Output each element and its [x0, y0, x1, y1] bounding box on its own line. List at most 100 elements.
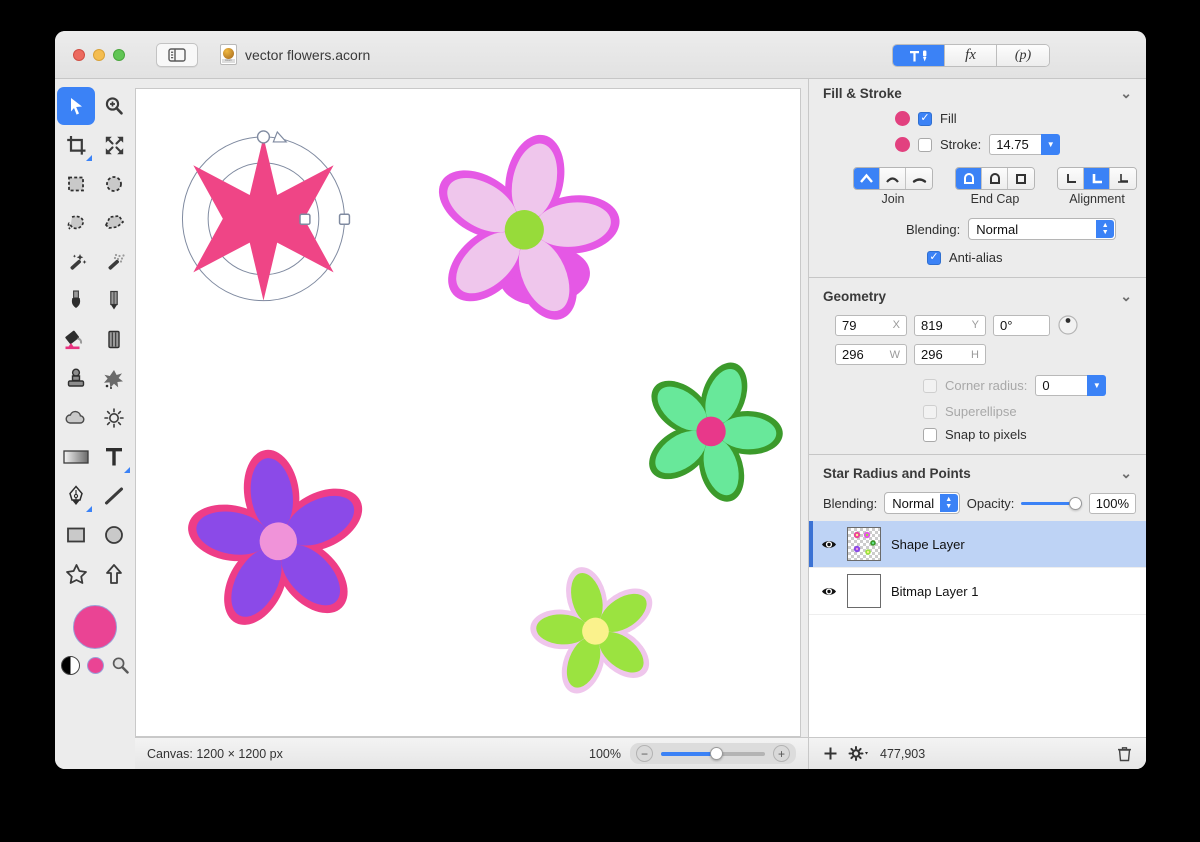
transform-tool[interactable]	[95, 126, 133, 164]
arrow-shape-tool[interactable]	[95, 555, 133, 593]
bevel-join-icon[interactable]	[906, 168, 932, 189]
magnifier-icon[interactable]	[111, 656, 130, 675]
sidebar-toggle-button[interactable]	[156, 42, 198, 67]
background-color-swatch[interactable]	[86, 657, 104, 674]
geometry-h-field[interactable]: 296 H	[914, 344, 986, 365]
outer-radius-handle[interactable]	[338, 213, 351, 226]
geometry-y-field[interactable]: 819 Y	[914, 314, 986, 336]
align-inside-icon[interactable]	[1058, 168, 1084, 189]
minimize-button[interactable]	[93, 48, 105, 61]
magic-wand-tool[interactable]	[57, 243, 95, 281]
eraser-tool[interactable]	[95, 321, 133, 359]
geometry-header[interactable]: Geometry ⌄	[809, 282, 1146, 312]
round-join-icon[interactable]	[880, 168, 906, 189]
ellipse-select-tool[interactable]	[95, 165, 133, 203]
align-center-icon[interactable]	[1084, 168, 1110, 189]
fill-color-swatch[interactable]	[895, 111, 910, 126]
ellipse-shape-tool[interactable]	[95, 516, 133, 554]
rectangle-select-tool[interactable]	[57, 165, 95, 203]
lasso-tool[interactable]	[57, 204, 95, 242]
chevron-down-icon[interactable]: ⌄	[1120, 465, 1132, 482]
brush-tool[interactable]	[57, 282, 95, 320]
tab-presets[interactable]: (p)	[997, 45, 1049, 66]
star-radius-header[interactable]: Star Radius and Points ⌄	[809, 459, 1146, 489]
tab-effects[interactable]: fx	[945, 45, 997, 66]
pink-six-point-star[interactable]	[181, 130, 351, 302]
bezier-pen-tool[interactable]	[57, 477, 95, 515]
round-cap-icon[interactable]	[956, 168, 982, 189]
green-flower[interactable]	[617, 337, 800, 524]
tab-tools[interactable]	[893, 45, 945, 66]
black-white-contrast-icon[interactable]	[60, 656, 80, 675]
endcap-segmented[interactable]	[955, 167, 1035, 190]
fill-blending-select[interactable]: Normal ▲ ▼	[968, 218, 1117, 240]
line-tool[interactable]	[95, 477, 133, 515]
fill-checkbox[interactable]	[918, 111, 932, 126]
polygon-lasso-tool[interactable]	[95, 204, 133, 242]
zoom-slider[interactable]	[661, 747, 765, 761]
layer-row-bitmap[interactable]: Bitmap Layer 1	[809, 568, 1146, 615]
pen-submenu-indicator[interactable]	[86, 506, 92, 512]
clone-stamp-tool[interactable]	[57, 360, 95, 398]
fill-stroke-header[interactable]: Fill & Stroke ⌄	[809, 79, 1146, 109]
geometry-w-field[interactable]: 296 W	[835, 344, 907, 365]
zoom-tool[interactable]	[95, 87, 133, 125]
close-button[interactable]	[73, 48, 85, 61]
magenta-flower[interactable]	[407, 114, 642, 344]
purple-flower[interactable]	[171, 437, 385, 645]
chevron-down-icon[interactable]: ⌄	[1120, 85, 1132, 102]
dodge-tool[interactable]	[95, 399, 133, 437]
layer-blending-select[interactable]: Normal ▲ ▼	[884, 492, 960, 514]
zoom-in-button[interactable]: +	[773, 745, 790, 762]
crop-submenu-indicator[interactable]	[86, 155, 92, 161]
blur-tool[interactable]	[57, 399, 95, 437]
superellipse-checkbox[interactable]	[923, 404, 937, 419]
lime-flower[interactable]	[513, 550, 678, 712]
align-outside-icon[interactable]	[1110, 168, 1136, 189]
eye-icon[interactable]	[821, 586, 837, 597]
stroke-checkbox[interactable]	[918, 137, 932, 152]
geometry-rotation-field[interactable]: 0°	[993, 314, 1050, 336]
gear-dropdown-icon[interactable]	[848, 746, 870, 761]
star-shape-tool[interactable]	[57, 555, 95, 593]
opacity-slider[interactable]	[1021, 496, 1082, 510]
join-segmented[interactable]	[853, 167, 933, 190]
snap-to-pixels-checkbox[interactable]	[923, 427, 937, 442]
text-tool[interactable]	[95, 438, 133, 476]
trash-icon[interactable]	[1117, 746, 1132, 762]
text-submenu-indicator[interactable]	[124, 467, 130, 473]
stroke-width-dropdown[interactable]: ▼	[1041, 134, 1061, 155]
paint-bucket-tool[interactable]	[57, 321, 95, 359]
corner-radius-input[interactable]: 0	[1035, 375, 1088, 396]
inner-radius-handle[interactable]	[299, 213, 311, 226]
miter-join-icon[interactable]	[854, 168, 880, 189]
fountain-pen-icon	[69, 485, 83, 505]
foreground-color-swatch[interactable]	[73, 605, 117, 649]
smudge-tool[interactable]	[95, 360, 133, 398]
pencil-tool[interactable]	[95, 282, 133, 320]
geometry-x-field[interactable]: 79 X	[835, 314, 907, 336]
chevron-down-icon[interactable]: ⌄	[1120, 288, 1132, 305]
eye-icon[interactable]	[821, 539, 837, 550]
butt-cap-icon[interactable]	[1008, 168, 1034, 189]
move-tool[interactable]	[57, 87, 95, 125]
document-canvas[interactable]	[135, 88, 801, 737]
antialias-checkbox[interactable]	[927, 250, 941, 265]
document-title-area[interactable]: Acorn vector flowers.acorn	[220, 44, 370, 65]
plus-icon[interactable]	[823, 746, 838, 761]
stroke-width-input[interactable]: 14.75	[989, 134, 1042, 155]
crop-tool[interactable]	[57, 126, 95, 164]
maximize-button[interactable]	[113, 48, 125, 61]
rotation-dial-icon[interactable]	[1057, 314, 1079, 336]
opacity-value-input[interactable]: 100%	[1088, 492, 1136, 514]
stroke-color-swatch[interactable]	[895, 137, 910, 152]
gradient-tool[interactable]	[57, 438, 95, 476]
instant-alpha-tool[interactable]	[95, 243, 133, 281]
corner-radius-dropdown[interactable]: ▼	[1087, 375, 1107, 396]
zoom-out-button[interactable]: −	[636, 745, 653, 762]
corner-radius-checkbox[interactable]	[923, 378, 937, 393]
alignment-segmented[interactable]	[1057, 167, 1137, 190]
rectangle-shape-tool[interactable]	[57, 516, 95, 554]
square-cap-icon[interactable]	[982, 168, 1008, 189]
layer-row-shape[interactable]: Shape Layer	[809, 521, 1146, 568]
